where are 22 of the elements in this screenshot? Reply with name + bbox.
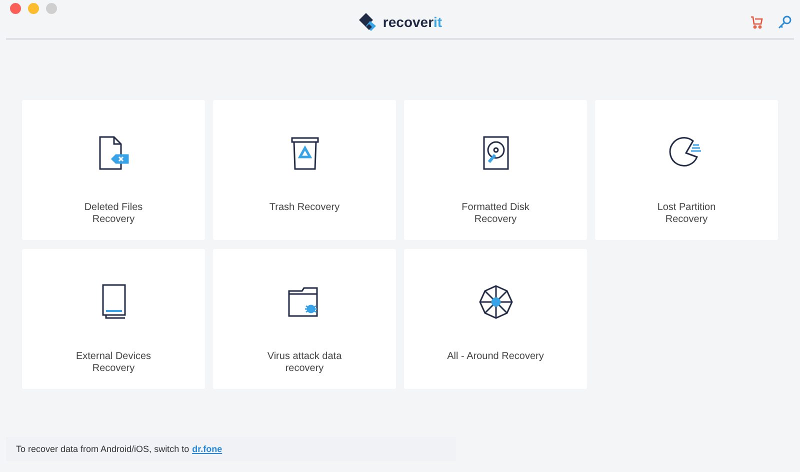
key-icon[interactable]: [778, 15, 792, 29]
app-logo-text: recoverit: [382, 14, 442, 30]
card-label: Deleted Files Recovery: [83, 202, 144, 226]
recovery-card[interactable]: Deleted Files Recovery: [22, 100, 205, 240]
minimize-button[interactable]: [28, 3, 39, 14]
card-label: Trash Recovery: [268, 202, 341, 214]
logo-icon: [358, 12, 378, 32]
close-button[interactable]: [10, 3, 21, 14]
card-label: Formatted Disk Recovery: [460, 202, 530, 226]
card-label: Virus attack data recovery: [266, 351, 343, 375]
recovery-card[interactable]: All - Around Recovery: [404, 249, 587, 389]
recovery-card[interactable]: Formatted Disk Recovery: [404, 100, 587, 240]
card-label: External Devices Recovery: [74, 351, 152, 375]
footer-text: To recover data from Android/iOS, switch to: [16, 444, 190, 454]
card-label: All - Around Recovery: [446, 351, 545, 363]
card-label: Lost Partition Recovery: [656, 202, 717, 226]
recovery-card[interactable]: External Devices Recovery: [22, 249, 205, 389]
cart-icon[interactable]: [750, 15, 764, 29]
recovery-card[interactable]: Lost Partition Recovery: [595, 100, 778, 240]
zoom-button[interactable]: [46, 3, 57, 14]
recovery-card[interactable]: Trash Recovery: [213, 100, 396, 240]
recovery-card[interactable]: Virus attack data recovery: [213, 249, 396, 389]
